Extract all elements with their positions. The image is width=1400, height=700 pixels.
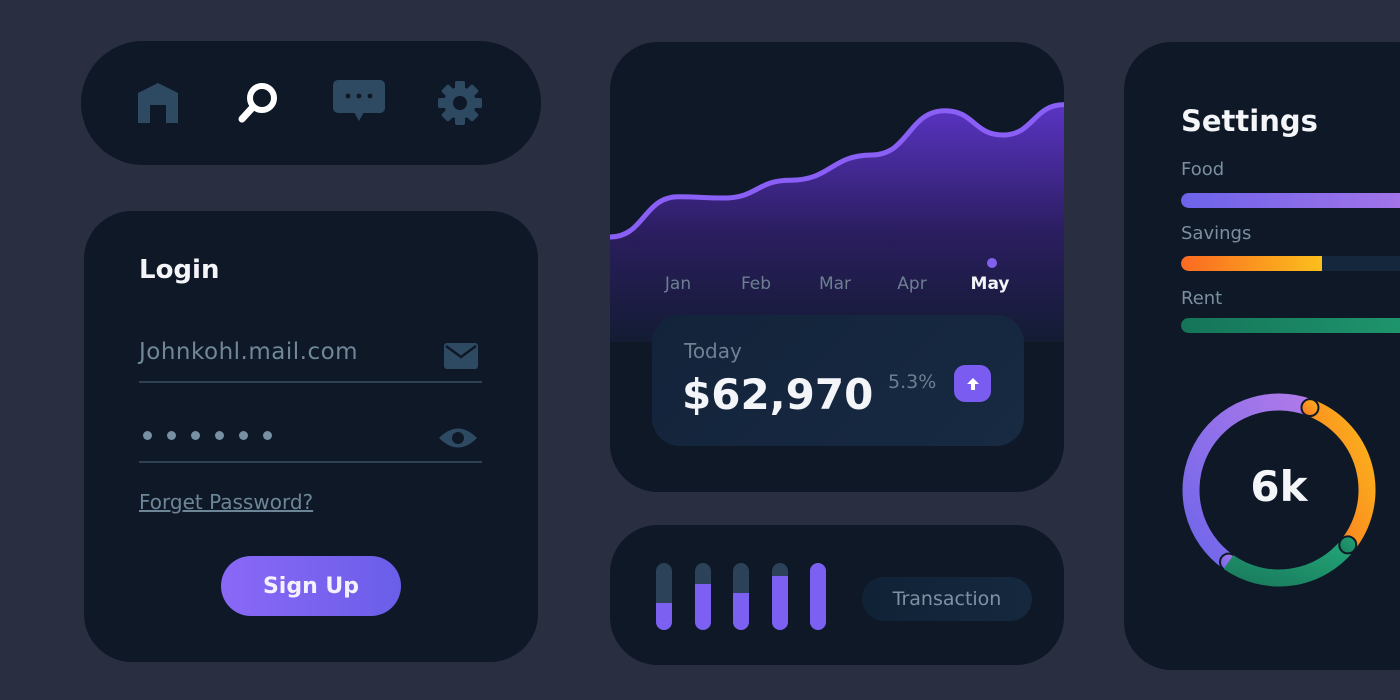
trend-up-button[interactable] <box>954 365 991 402</box>
home-icon[interactable] <box>134 79 182 127</box>
savings-progress-fill <box>1181 256 1322 271</box>
login-card: Login Johnkohl.mail.com Forget Password?… <box>84 211 538 662</box>
area-fill <box>610 104 1064 342</box>
password-mask <box>143 431 272 440</box>
transaction-bar <box>656 563 672 630</box>
transaction-button[interactable]: Transaction <box>862 577 1032 621</box>
active-month-dot <box>987 258 997 268</box>
rent-progress-fill <box>1181 318 1400 333</box>
transaction-bar-fill <box>772 576 788 630</box>
today-amount: $62,970 <box>682 370 874 419</box>
transaction-bar <box>733 563 749 630</box>
transaction-bar-fill <box>810 563 826 630</box>
donut-segment-cap <box>1338 535 1358 555</box>
today-label: Today <box>684 339 742 363</box>
eye-icon[interactable] <box>438 427 478 453</box>
donut-segment-cap <box>1300 398 1320 418</box>
settings-title: Settings <box>1181 104 1318 138</box>
sign-up-button[interactable]: Sign Up <box>221 556 401 616</box>
category-label-savings: Savings <box>1181 223 1252 244</box>
month-label-may[interactable]: May <box>971 274 1010 294</box>
transaction-card: Transaction <box>610 525 1064 665</box>
donut-total: 6k <box>1250 462 1308 511</box>
month-label-apr[interactable]: Apr <box>897 274 926 294</box>
transaction-bar-fill <box>733 593 749 630</box>
month-label-mar[interactable]: Mar <box>819 274 851 294</box>
food-progress-fill <box>1181 193 1400 208</box>
transaction-bar <box>772 563 788 630</box>
search-icon[interactable] <box>234 79 282 127</box>
savings-progress-bar <box>1181 256 1400 271</box>
icon-nav-bar <box>81 41 541 165</box>
settings-card: Settings Food Savings Rent 6k <box>1124 42 1400 670</box>
today-summary: Today $62,970 5.3% <box>652 315 1024 446</box>
rent-progress-bar <box>1181 318 1400 333</box>
chat-icon[interactable] <box>332 79 386 127</box>
email-value[interactable]: Johnkohl.mail.com <box>139 339 358 365</box>
transaction-bar-fill <box>695 584 711 630</box>
category-label-food: Food <box>1181 159 1225 180</box>
password-field[interactable] <box>139 413 482 463</box>
transaction-bar-fill <box>656 603 672 630</box>
donut-segment-rent <box>1223 539 1355 587</box>
gear-icon[interactable] <box>436 79 484 127</box>
forgot-password-link[interactable]: Forget Password? <box>139 490 313 514</box>
change-percent: 5.3% <box>888 371 937 393</box>
login-title: Login <box>139 255 220 285</box>
mail-icon <box>444 343 478 373</box>
arrow-up-icon <box>966 377 979 390</box>
food-progress-bar <box>1181 193 1400 208</box>
month-label-feb[interactable]: Feb <box>741 274 771 294</box>
category-label-rent: Rent <box>1181 288 1223 309</box>
revenue-chart-card: Jan Feb Mar Apr May Today $62,970 5.3% <box>610 42 1064 492</box>
transaction-bar <box>695 563 711 630</box>
email-field[interactable]: Johnkohl.mail.com <box>139 333 482 383</box>
month-axis: Jan Feb Mar Apr May <box>610 274 1064 298</box>
month-label-jan[interactable]: Jan <box>665 274 691 294</box>
transaction-bar <box>810 563 826 630</box>
